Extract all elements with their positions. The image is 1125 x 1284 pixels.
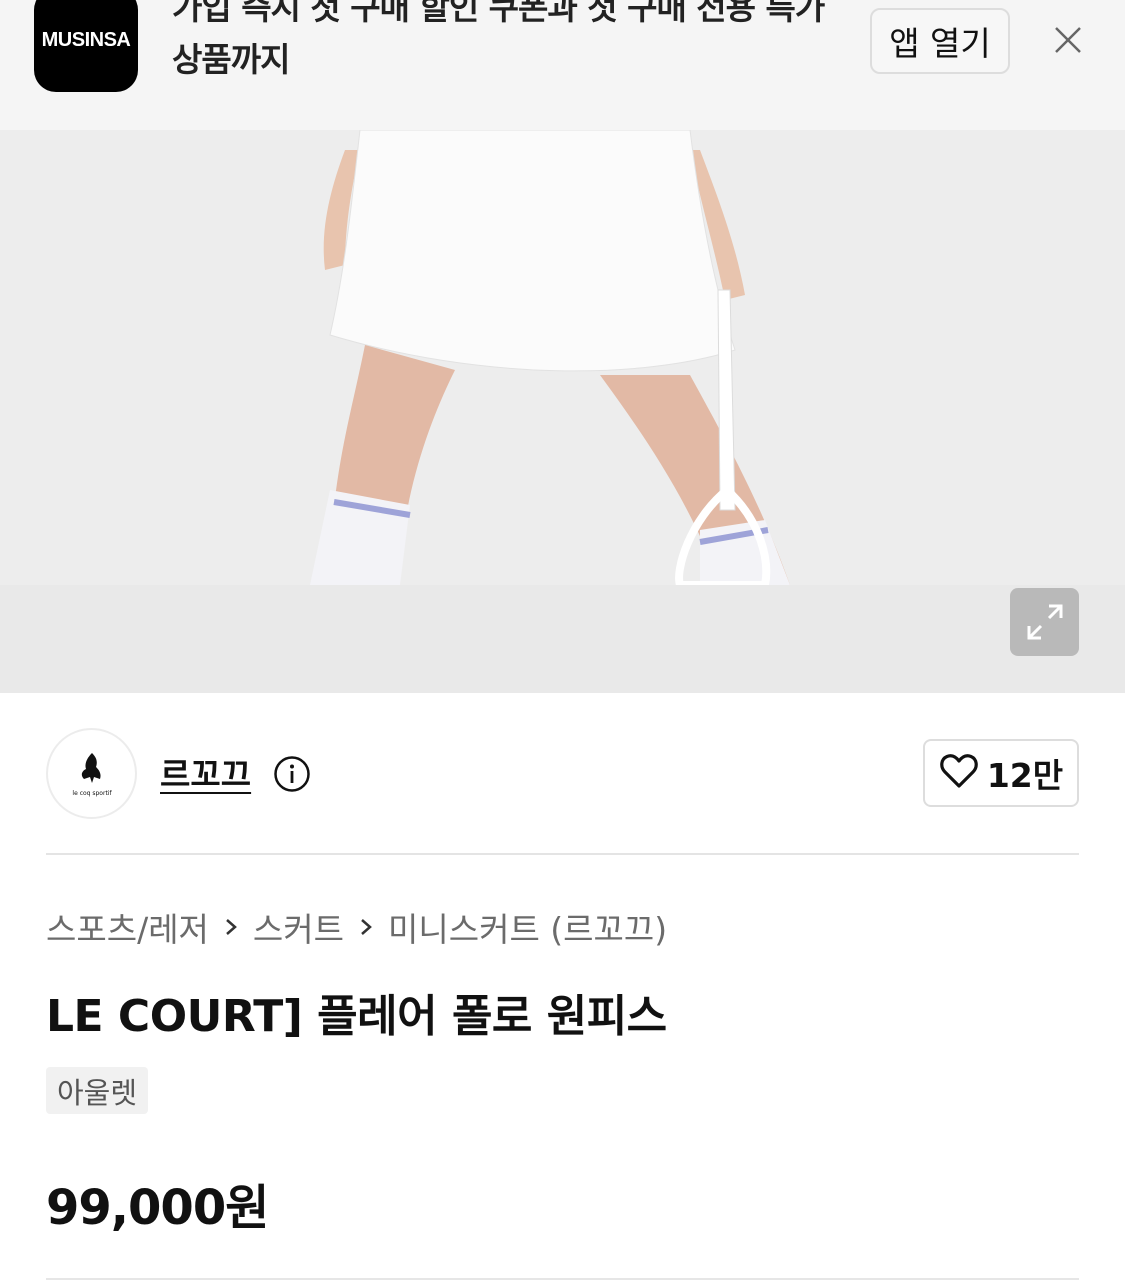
musinsa-logo[interactable]: MUSINSA <box>34 0 138 92</box>
expand-icon[interactable] <box>1010 588 1079 656</box>
brand-row: le coq sportif 르꼬끄 12만 <box>0 693 1125 853</box>
outlet-tag: 아울렛 <box>46 1067 149 1114</box>
breadcrumb: 스포츠/레저 스커트 미니스커트 (르꼬끄) <box>46 902 667 952</box>
section-divider <box>46 1278 1079 1284</box>
chevron-right-icon <box>344 915 388 939</box>
chevron-right-icon <box>209 915 253 939</box>
info-icon[interactable] <box>273 755 311 793</box>
brand-logo[interactable]: le coq sportif <box>46 728 137 819</box>
product-title: LE COURT] 플레어 폴로 원피스 <box>46 991 667 1042</box>
open-app-button[interactable]: 앱 열기 <box>870 8 1010 74</box>
product-image[interactable] <box>0 130 1125 693</box>
breadcrumb-item-sports[interactable]: 스포츠/레저 <box>46 903 209 951</box>
like-button[interactable]: 12만 <box>923 739 1079 807</box>
breadcrumb-item-skirt[interactable]: 스커트 <box>253 903 344 951</box>
app-install-banner: MUSINSA 가입 즉시 첫 구매 할인 쿠폰과 첫 구매 전용 특가 상품까… <box>0 0 1125 130</box>
brand-name-link[interactable]: 르꼬끄 <box>160 748 251 796</box>
divider <box>46 853 1079 855</box>
banner-message: 가입 즉시 첫 구매 할인 쿠폰과 첫 구매 전용 특가 상품까지 <box>172 0 825 79</box>
product-price: 99,000원 <box>46 1180 269 1236</box>
product-photo <box>0 130 1125 589</box>
svg-text:le coq sportif: le coq sportif <box>72 790 112 797</box>
breadcrumb-item-miniskirt[interactable]: 미니스커트 (르꼬끄) <box>388 903 667 951</box>
close-icon[interactable] <box>1048 20 1088 60</box>
like-count: 12만 <box>986 756 1064 795</box>
heart-icon <box>939 753 979 793</box>
